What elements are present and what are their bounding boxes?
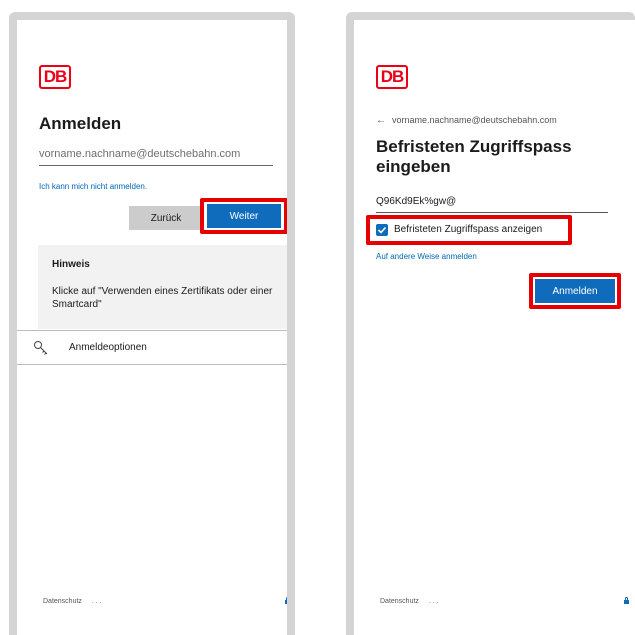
more-options[interactable]: ...	[92, 598, 104, 605]
show-pass-checkbox[interactable]	[376, 224, 388, 236]
lock-icon	[624, 597, 629, 604]
notice-box: Hinweis Klicke auf "Verwenden eines Zert…	[38, 245, 287, 329]
page-title: Anmelden	[39, 114, 122, 133]
back-email: vorname.nachname@deutschebahn.com	[392, 115, 557, 125]
privacy-link[interactable]: Datenschutz	[380, 598, 419, 605]
next-button[interactable]: Weiter	[207, 204, 281, 228]
notice-title: Hinweis	[52, 259, 90, 270]
db-logo: DB	[39, 65, 71, 89]
temporary-pass-screen: DB ← vorname.nachname@deutschebahn.com Be…	[354, 20, 635, 635]
key-icon	[34, 341, 48, 355]
signin-options-label: Anmeldeoptionen	[69, 342, 147, 353]
notice-body: Klicke auf "Verwenden eines Zertifikats …	[52, 286, 273, 310]
lock-icon	[285, 597, 287, 604]
page-title-line1: Befristeten Zugriffspass	[376, 137, 572, 156]
show-pass-label[interactable]: Befristeten Zugriffspass anzeigen	[394, 224, 542, 235]
other-signin-link[interactable]: Auf andere Weise anmelden	[376, 252, 477, 261]
left-phone-frame: DB Anmelden Ich kann mich nicht anmelden…	[9, 12, 295, 635]
back-email-row[interactable]: ← vorname.nachname@deutschebahn.com	[376, 115, 557, 126]
signin-options-button[interactable]: Anmeldeoptionen	[17, 330, 287, 365]
db-logo: DB	[376, 65, 408, 89]
temporary-pass-input[interactable]	[376, 190, 608, 213]
checkmark-icon	[377, 226, 387, 234]
email-input[interactable]	[39, 143, 273, 166]
right-phone-frame: DB ← vorname.nachname@deutschebahn.com Be…	[346, 12, 635, 635]
back-button[interactable]: Zurück	[129, 206, 203, 230]
footer: Datenschutz...	[380, 598, 441, 605]
back-arrow-icon[interactable]: ←	[376, 115, 386, 126]
privacy-link[interactable]: Datenschutz	[43, 598, 82, 605]
cant-signin-link[interactable]: Ich kann mich nicht anmelden.	[39, 182, 147, 191]
footer: Datenschutz...	[43, 598, 104, 605]
signin-screen: DB Anmelden Ich kann mich nicht anmelden…	[17, 20, 287, 635]
page-title-line2: eingeben	[376, 157, 451, 176]
more-options[interactable]: ...	[429, 598, 441, 605]
signin-button[interactable]: Anmelden	[535, 279, 615, 303]
